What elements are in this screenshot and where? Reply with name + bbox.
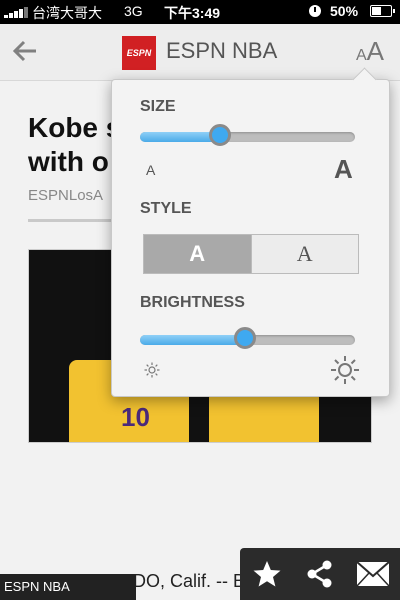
style-option-serif[interactable]: A [250, 235, 358, 273]
star-icon [253, 561, 281, 587]
text-size-small-glyph: A [356, 47, 367, 64]
network-type: 3G [124, 3, 143, 19]
back-arrow-icon[interactable] [10, 36, 40, 66]
share-icon [307, 560, 332, 588]
size-slider[interactable] [140, 124, 355, 146]
brightness-high-icon [331, 356, 359, 384]
jersey-number: 10 [121, 402, 150, 432]
alarm-clock-icon [309, 5, 321, 17]
size-label: SIZE [140, 98, 176, 115]
size-slider-fill [140, 132, 220, 142]
article-byline[interactable]: ESPNLosA [28, 187, 103, 204]
carrier-name: 台湾大哥大 [32, 5, 102, 21]
battery-icon [370, 5, 395, 17]
email-button[interactable] [347, 548, 400, 600]
source-tab: ESPN NBA [0, 574, 136, 600]
status-bar: 台湾大哥大 3G 下午3:49 50% [0, 0, 400, 24]
size-max-label: A [334, 154, 353, 184]
favorite-button[interactable] [240, 548, 293, 600]
share-button[interactable] [293, 548, 346, 600]
nav-bar: ESPN ESPN NBA AA [0, 24, 400, 81]
brightness-low-icon [144, 362, 160, 378]
mail-icon [356, 561, 390, 587]
size-min-label: A [146, 162, 156, 178]
text-size-icon[interactable]: AA [356, 36, 384, 67]
size-slider-thumb[interactable] [208, 124, 231, 146]
signal-icon [4, 7, 28, 18]
text-settings-popover: SIZE A A STYLE A A BRIGHTNESS [111, 67, 390, 397]
status-time: 下午3:49 [164, 5, 221, 21]
action-toolbar [240, 548, 400, 600]
battery-percent: 50% [330, 3, 359, 19]
brightness-label: BRIGHTNESS [140, 294, 245, 311]
brightness-slider-fill [140, 335, 246, 345]
espn-logo: ESPN [122, 36, 156, 70]
photo-player [209, 390, 319, 442]
brightness-slider[interactable] [140, 327, 355, 349]
nav-title: ESPN NBA [166, 38, 278, 63]
text-size-large-glyph: A [366, 36, 385, 66]
style-option-sans[interactable]: A [144, 235, 251, 273]
style-segmented-control: A A [143, 234, 359, 274]
style-label: STYLE [140, 200, 192, 217]
brightness-slider-thumb[interactable] [234, 327, 257, 349]
divider [28, 219, 118, 222]
